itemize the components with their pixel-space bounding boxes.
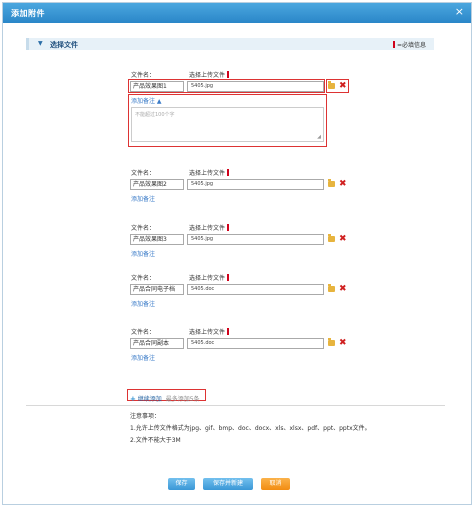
note-placeholder: 不能超过100个字 [135,112,175,118]
required-mark-icon [227,274,230,281]
file-name-input[interactable]: 产品合同副本 [130,338,184,349]
section-header[interactable]: ▼ 选择文件 =必填信息 [26,38,434,50]
plus-icon[interactable]: + [130,395,136,403]
file-upload-label-text: 选择上传文件 [189,275,226,282]
add-more-link[interactable]: 继续添加 [138,396,162,403]
delete-icon[interactable]: ✖ [339,337,347,349]
highlight-frame [326,79,349,93]
divider [26,405,445,406]
file-path-input[interactable]: 5405.jpg [187,179,324,190]
required-legend: =必填信息 [392,40,426,49]
file-upload-label-text: 选择上传文件 [189,170,226,177]
file-path-input[interactable]: 5405.jpg [187,234,324,245]
required-mark-icon [227,71,230,78]
dialog-titlebar: 添加附件 × [3,3,471,23]
file-name-input[interactable]: 产品合同电子档 [130,284,184,295]
folder-icon[interactable] [328,284,335,292]
file-upload-label: 选择上传文件 [189,223,231,232]
add-note-link[interactable]: 添加备注 [131,299,155,308]
folder-icon[interactable] [328,179,335,187]
required-mark-icon [227,224,230,231]
file-name-label: 文件名： [131,225,156,232]
file-upload-label-text: 选择上传文件 [189,329,226,336]
folder-icon[interactable] [328,338,335,346]
file-path-input[interactable]: 5405.doc [187,338,324,349]
delete-icon[interactable]: ✖ [339,233,347,245]
add-limit-text: 最多添加5条 [165,396,200,403]
highlight-frame [128,79,325,93]
file-upload-label-text: 选择上传文件 [189,225,226,232]
file-upload-label: 选择上传文件 [189,327,231,336]
delete-icon[interactable]: ✖ [339,283,347,295]
add-note-link[interactable]: 添加备注 [131,194,155,203]
required-mark-icon [392,41,395,48]
required-mark-icon [227,169,230,176]
file-upload-label: 选择上传文件 [189,168,231,177]
add-note-link[interactable]: 添加备注 [131,353,155,362]
file-path-input[interactable]: 5405.doc [187,284,324,295]
close-icon[interactable]: × [455,6,464,18]
cancel-button[interactable]: 取消 [261,478,290,490]
add-note-link[interactable]: 添加备注 [131,249,155,258]
file-name-label: 文件名： [131,170,156,177]
notice-line: 2.文件不能大于3M [130,437,181,444]
note-textarea[interactable]: 不能超过100个字 ◢ [131,107,324,142]
collapse-caret-icon[interactable]: ▼ [38,40,43,47]
notice-title: 注意事项： [130,413,161,420]
file-upload-label: 选择上传文件 [189,273,231,282]
resize-handle-icon[interactable]: ◢ [317,134,321,140]
file-name-input[interactable]: 产品效果图2 [130,179,184,190]
section-title: 选择文件 [50,41,78,49]
file-upload-label-text: 选择上传文件 [189,72,226,79]
save-and-new-button[interactable]: 保存并新建 [203,478,253,490]
dialog-title: 添加附件 [11,9,45,18]
add-more-row: + 继续添加 最多添加5条 [130,394,200,403]
folder-icon[interactable] [328,234,335,242]
file-upload-label: 选择上传文件 [189,70,231,79]
notice-line: 1.允许上传文件格式为jpg、gif、bmp、doc、docx、xls、xlsx… [130,425,371,432]
file-name-input[interactable]: 产品效果图3 [130,234,184,245]
file-name-label: 文件名： [131,329,156,336]
save-button[interactable]: 保存 [168,478,195,490]
notice-block: 注意事项： 1.允许上传文件格式为jpg、gif、bmp、doc、docx、xl… [130,411,371,447]
delete-icon[interactable]: ✖ [339,178,347,190]
required-mark-icon [227,328,230,335]
file-name-label: 文件名： [131,275,156,282]
file-name-label: 文件名： [131,72,156,79]
required-legend-text: =必填信息 [396,42,426,49]
